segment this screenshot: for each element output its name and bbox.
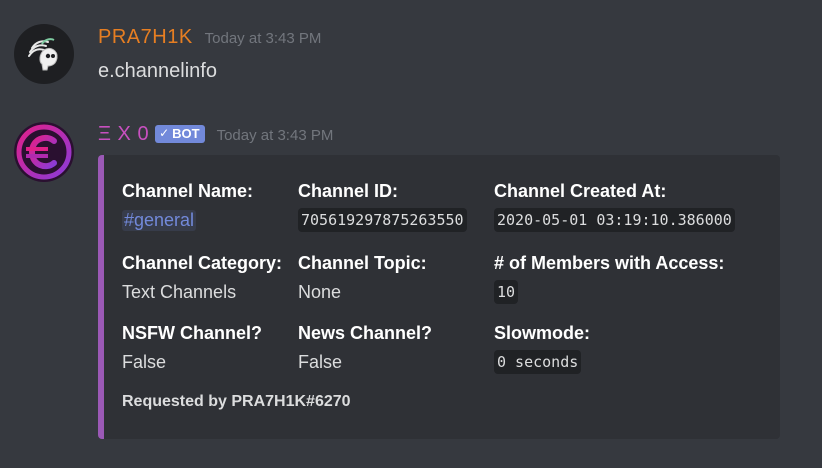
timestamp: Today at 3:43 PM <box>204 30 322 47</box>
embed-field: NSFW Channel? False <box>122 323 262 373</box>
field-value: False <box>122 352 167 372</box>
verified-check-icon: ✓ <box>159 126 170 140</box>
message-header: Ξ X 0 ✓ BOT Today at 3:43 PM <box>98 123 333 146</box>
field-name: Channel Category: <box>122 253 283 273</box>
channel-mention-link[interactable]: #general <box>122 210 197 231</box>
field-name: Channel Topic: <box>298 253 427 273</box>
embed-field: Slowmode: 0 seconds <box>494 323 590 374</box>
bot-badge: ✓ BOT <box>155 124 205 143</box>
embed-field: # of Members with Access: 10 <box>494 253 724 304</box>
embed-field: Channel Topic: None <box>298 253 427 303</box>
embed-footer: Requested by PRA7H1K#6270 <box>122 393 351 410</box>
field-value-code: 705619297875263550 <box>298 208 467 232</box>
field-value-code: 10 <box>494 280 519 304</box>
field-name: Channel Created At: <box>494 181 667 201</box>
embed-field: Channel Name: #general <box>122 181 253 231</box>
bot-avatar[interactable] <box>14 122 74 182</box>
user-avatar[interactable] <box>14 24 74 84</box>
field-name: Channel ID: <box>298 181 399 201</box>
field-value-code: 2020-05-01 03:19:10.386000 <box>494 208 735 232</box>
field-value-code: 0 seconds <box>494 350 582 374</box>
field-name: News Channel? <box>298 323 433 343</box>
field-name: Channel Name: <box>122 181 254 201</box>
field-value: False <box>298 352 343 372</box>
message-header: PRA7H1K Today at 3:43 PM <box>98 26 321 49</box>
embed-field: Channel ID: 705619297875263550 <box>298 181 467 232</box>
message-content: e.channelinfo <box>98 60 217 82</box>
timestamp: Today at 3:43 PM <box>216 127 334 144</box>
field-name: Slowmode: <box>494 323 591 343</box>
embed-field: Channel Created At: 2020-05-01 03:19:10.… <box>494 181 735 232</box>
embed-field: Channel Category: Text Channels <box>122 253 282 303</box>
euro-sign-icon <box>14 122 74 182</box>
field-name: NSFW Channel? <box>122 323 262 343</box>
winged-skull-icon <box>14 24 74 84</box>
embed-field: News Channel? False <box>298 323 432 373</box>
field-name: # of Members with Access: <box>494 253 725 273</box>
field-value: Text Channels <box>122 282 237 302</box>
bot-username[interactable]: Ξ X 0 <box>98 123 149 146</box>
bot-badge-label: BOT <box>172 125 200 141</box>
username[interactable]: PRA7H1K <box>98 26 193 49</box>
field-value: None <box>298 282 342 302</box>
embed-card: Channel Name: #general Channel ID: 70561… <box>98 155 780 439</box>
